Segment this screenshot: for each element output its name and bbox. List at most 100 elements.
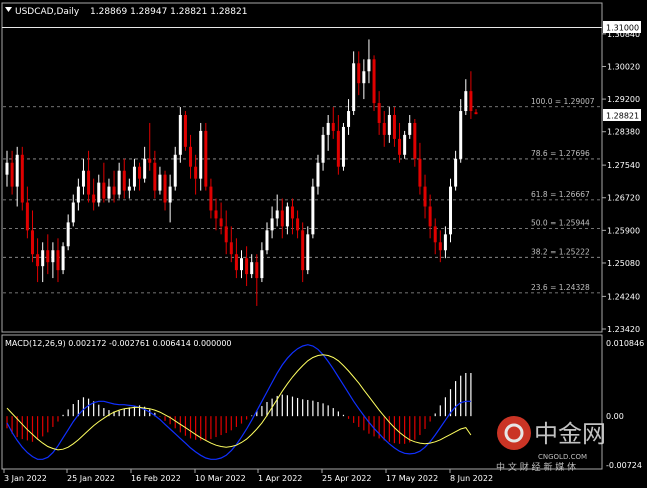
candle-body bbox=[76, 186, 80, 203]
candle-body bbox=[403, 134, 407, 155]
candle-body bbox=[449, 186, 453, 235]
candle-body bbox=[102, 182, 106, 199]
candle-body bbox=[112, 186, 116, 195]
macd-axis-top: 0.010846 bbox=[606, 339, 644, 348]
candle-body bbox=[250, 262, 254, 275]
candle-body bbox=[357, 63, 361, 84]
price-tick-label: 1.29200 bbox=[607, 95, 640, 104]
candle-body bbox=[234, 254, 238, 271]
candle-body bbox=[280, 210, 284, 227]
candle-body bbox=[36, 254, 40, 267]
candle-body bbox=[362, 71, 366, 84]
price-tick-label: 1.27540 bbox=[607, 161, 640, 170]
candle-body bbox=[408, 122, 412, 135]
candle-body bbox=[255, 262, 259, 279]
price-tick-label: 1.25080 bbox=[607, 259, 640, 268]
candle-body bbox=[387, 115, 391, 135]
candle-body bbox=[275, 210, 279, 219]
cngold-logo-icon bbox=[497, 416, 531, 450]
candle-body bbox=[178, 115, 182, 155]
candle-body bbox=[97, 182, 101, 203]
candle-body bbox=[423, 186, 427, 207]
candle-body bbox=[311, 186, 315, 235]
candle-body bbox=[71, 202, 75, 223]
watermark-slogan: 中 文 财 经 新 媒 体 bbox=[496, 461, 576, 473]
time-tick-label: 8 Jun 2022 bbox=[450, 474, 493, 483]
candle-body bbox=[377, 103, 381, 123]
time-tick-label: 17 May 2022 bbox=[386, 474, 438, 483]
candle-body bbox=[15, 154, 19, 187]
price-tick-label: 1.25900 bbox=[607, 226, 640, 235]
candle-body bbox=[270, 218, 274, 231]
candle-body bbox=[153, 162, 157, 191]
chart-canvas[interactable]: USDCAD,Daily 1.28869 1.28947 1.28821 1.2… bbox=[0, 0, 647, 484]
candle-body bbox=[66, 222, 70, 247]
trading-chart-window[interactable]: USDCAD,Daily 1.28869 1.28947 1.28821 1.2… bbox=[0, 0, 647, 484]
candle-body bbox=[224, 226, 228, 243]
candle-body bbox=[148, 158, 152, 163]
candle-body bbox=[25, 202, 29, 231]
candle-body bbox=[306, 234, 310, 271]
candle-body bbox=[163, 174, 167, 203]
candle-body bbox=[10, 162, 14, 187]
candle-body bbox=[336, 130, 340, 167]
macd-axis-bottom: -0.00724 bbox=[606, 461, 642, 470]
candle-body bbox=[138, 166, 142, 179]
fib-level-label: 50.0 = 1.25944 bbox=[531, 219, 590, 228]
candle-body bbox=[290, 206, 294, 219]
candle-body bbox=[398, 138, 402, 155]
candle-body bbox=[117, 170, 121, 195]
price-highlight-label: 1.31000 bbox=[606, 24, 639, 33]
candle-body bbox=[189, 146, 193, 167]
macd-title: MACD(12,26,9) 0.002172 -0.002761 0.00641… bbox=[5, 339, 232, 348]
candle-body bbox=[219, 218, 223, 227]
price-highlight-box: 1.31000 bbox=[603, 21, 641, 33]
time-tick-label: 1 Apr 2022 bbox=[258, 474, 302, 483]
candle-body bbox=[454, 158, 458, 187]
price-tick-label: 1.23420 bbox=[607, 325, 640, 334]
current-price-label: 1.28821 bbox=[606, 112, 639, 121]
candle-body bbox=[326, 122, 330, 135]
price-tick-label: 1.28380 bbox=[607, 128, 640, 137]
time-tick-label: 25 Jan 2022 bbox=[67, 474, 115, 483]
time-tick-label: 3 Jan 2022 bbox=[4, 474, 47, 483]
candle-body bbox=[61, 246, 65, 271]
symbol-title: USDCAD,Daily bbox=[15, 7, 80, 17]
candle-body bbox=[92, 194, 96, 203]
fib-level-label: 100.0 = 1.29007 bbox=[531, 97, 595, 106]
candle-body bbox=[199, 130, 203, 179]
candle-body bbox=[265, 230, 269, 251]
fib-level-label: 61.8 = 1.26667 bbox=[531, 190, 590, 199]
candle-body bbox=[341, 126, 345, 167]
watermark-brand: 中金网 bbox=[534, 420, 606, 448]
time-tick-label: 10 Mar 2022 bbox=[195, 474, 246, 483]
candle-body bbox=[459, 111, 463, 159]
candle-body bbox=[347, 111, 351, 127]
candle-body bbox=[107, 186, 111, 199]
candle-body bbox=[331, 122, 335, 131]
time-tick-label: 16 Feb 2022 bbox=[131, 474, 181, 483]
candle-body bbox=[204, 130, 208, 187]
candle-body bbox=[127, 186, 131, 191]
watermark-domain: CNGOLD.COM bbox=[538, 453, 587, 461]
candle-body bbox=[469, 91, 473, 112]
fib-level-label: 38.2 = 1.25222 bbox=[531, 247, 590, 256]
candle-body bbox=[301, 230, 305, 271]
candle-body bbox=[372, 59, 376, 104]
candle-body bbox=[285, 206, 289, 227]
candle-body bbox=[173, 154, 177, 187]
candle-body bbox=[392, 115, 396, 139]
candle-body bbox=[183, 115, 187, 147]
candle-body bbox=[367, 59, 371, 72]
candle-body bbox=[433, 226, 437, 243]
chart-header: USDCAD,Daily 1.28869 1.28947 1.28821 1.2… bbox=[5, 7, 247, 17]
fib-level-label: 78.6 = 1.27696 bbox=[531, 149, 590, 158]
price-tick-label: 1.26720 bbox=[607, 194, 640, 203]
current-price-box: 1.28821 bbox=[603, 109, 641, 121]
candle-body bbox=[132, 166, 136, 187]
candle-body bbox=[143, 158, 147, 179]
price-tick-label: 1.30020 bbox=[607, 62, 640, 71]
macd-axis-zero: 0.00 bbox=[606, 412, 624, 421]
candle-body bbox=[245, 258, 249, 275]
candle-body bbox=[443, 234, 447, 251]
